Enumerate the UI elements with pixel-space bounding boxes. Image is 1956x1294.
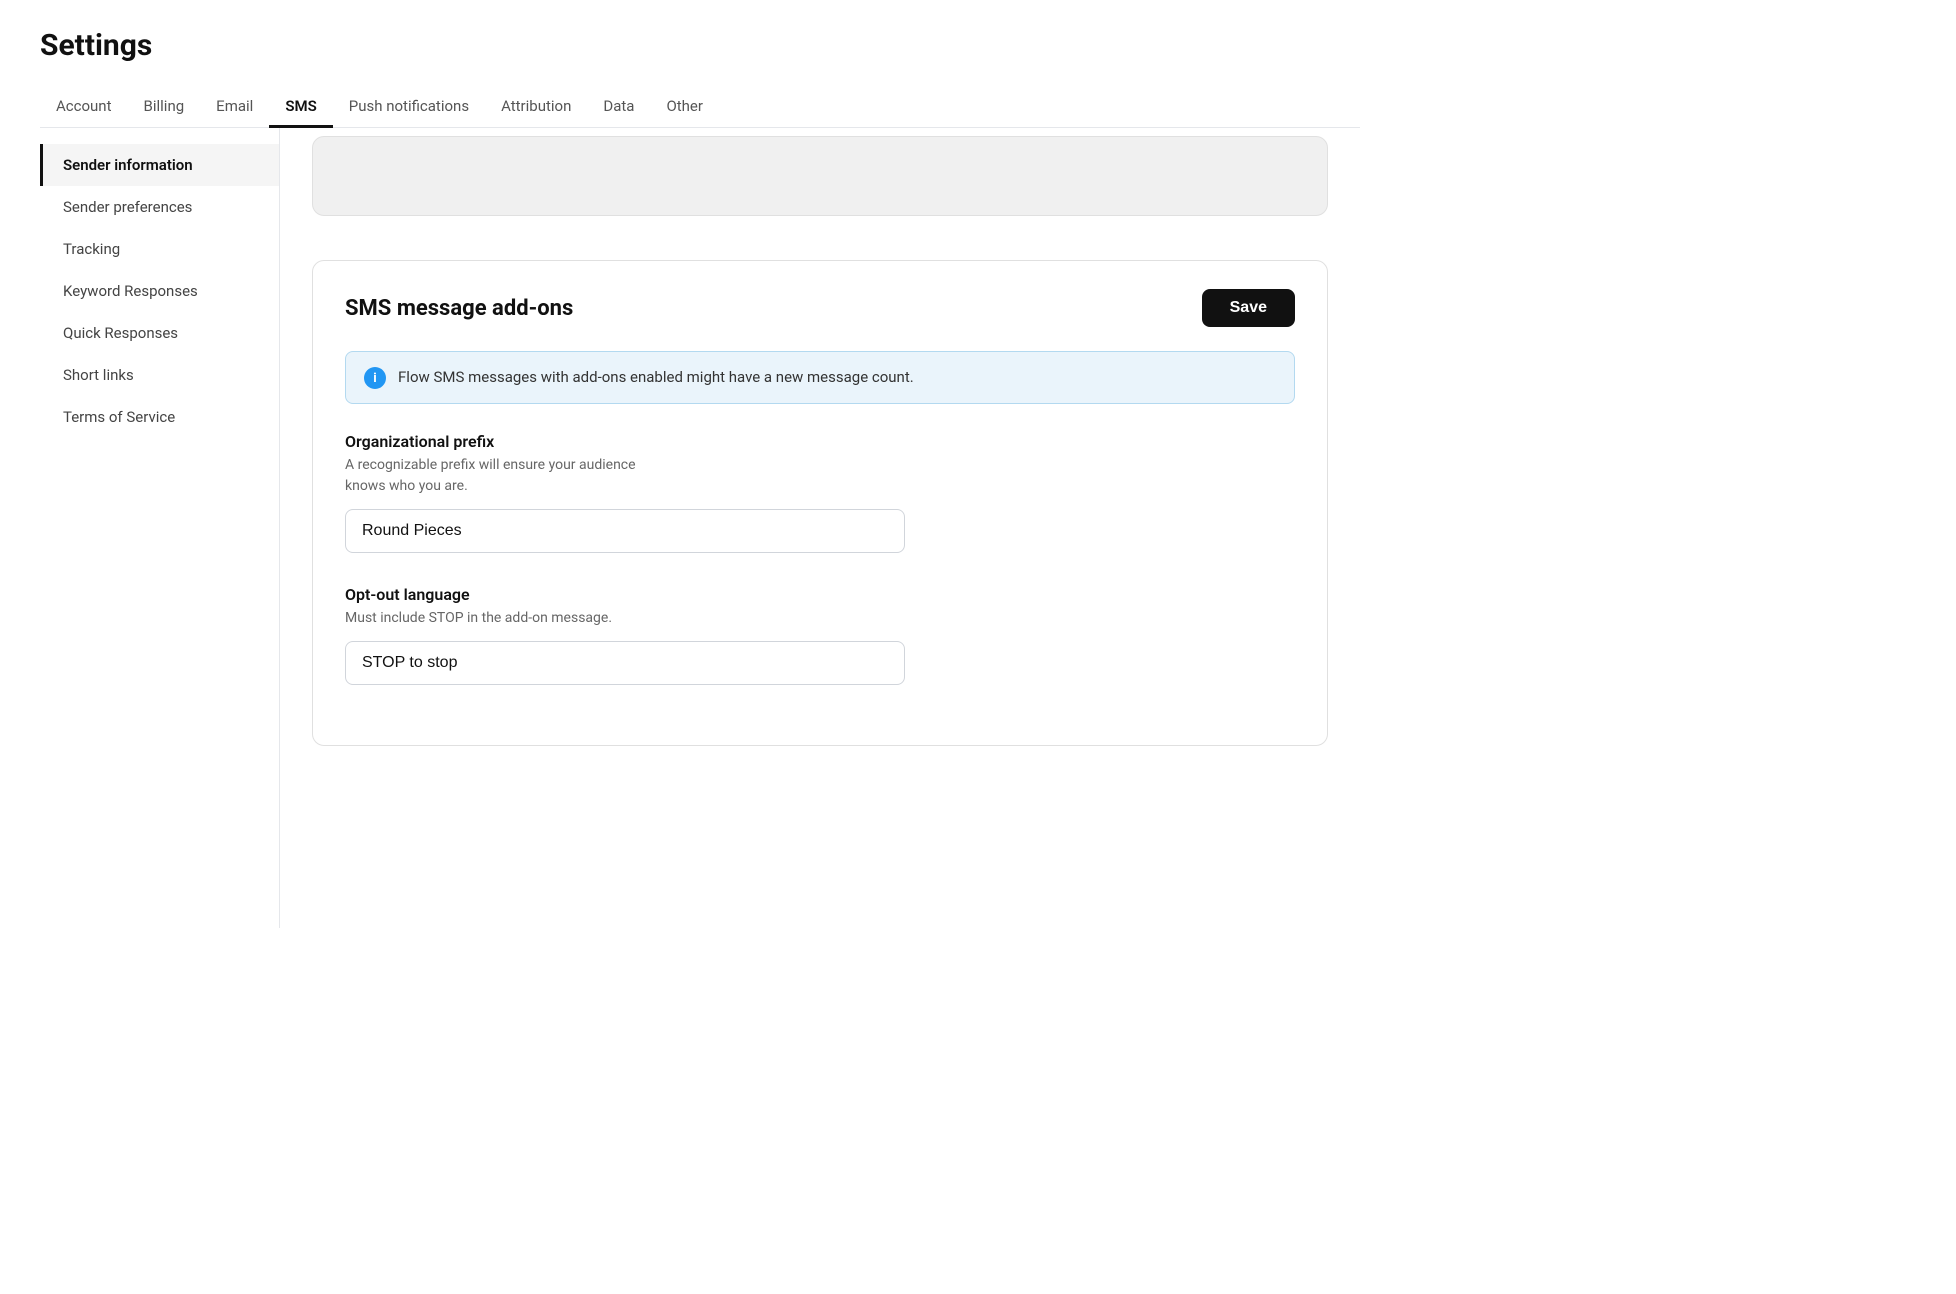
org-prefix-input[interactable] xyxy=(345,509,905,553)
save-button[interactable]: Save xyxy=(1202,289,1295,327)
tab-account[interactable]: Account xyxy=(40,87,128,128)
opt-out-section: Opt-out language Must include STOP in th… xyxy=(345,585,1295,685)
sidebar-item-tracking[interactable]: Tracking xyxy=(40,228,279,270)
info-banner: i Flow SMS messages with add-ons enabled… xyxy=(345,351,1295,404)
tab-data[interactable]: Data xyxy=(587,87,650,128)
sidebar-item-keyword-responses[interactable]: Keyword Responses xyxy=(40,270,279,312)
sidebar-item-sender-preferences[interactable]: Sender preferences xyxy=(40,186,279,228)
opt-out-description: Must include STOP in the add-on message. xyxy=(345,608,1295,629)
card-sms-addons: SMS message add-ons Save i Flow SMS mess… xyxy=(312,260,1328,746)
top-nav: Account Billing Email SMS Push notificat… xyxy=(40,87,1360,128)
org-prefix-description: A recognizable prefix will ensure your a… xyxy=(345,455,1295,497)
card-header: SMS message add-ons Save xyxy=(345,289,1295,327)
info-icon: i xyxy=(364,367,386,389)
sidebar: Sender information Sender preferences Tr… xyxy=(40,128,280,928)
tab-attribution[interactable]: Attribution xyxy=(485,87,587,128)
main-layout: Sender information Sender preferences Tr… xyxy=(40,128,1360,928)
card-top-partial xyxy=(312,136,1328,216)
tab-email[interactable]: Email xyxy=(200,87,269,128)
card-title: SMS message add-ons xyxy=(345,296,573,321)
opt-out-label: Opt-out language xyxy=(345,585,1295,604)
sidebar-item-short-links[interactable]: Short links xyxy=(40,354,279,396)
tab-billing[interactable]: Billing xyxy=(128,87,201,128)
content-area: SMS message add-ons Save i Flow SMS mess… xyxy=(280,128,1360,928)
tab-sms[interactable]: SMS xyxy=(269,87,332,128)
org-prefix-section: Organizational prefix A recognizable pre… xyxy=(345,432,1295,553)
sidebar-item-terms-of-service[interactable]: Terms of Service xyxy=(40,396,279,438)
sidebar-item-sender-information[interactable]: Sender information xyxy=(40,144,279,186)
page-container: Settings Account Billing Email SMS Push … xyxy=(0,0,1400,956)
tab-push-notifications[interactable]: Push notifications xyxy=(333,87,485,128)
sidebar-item-quick-responses[interactable]: Quick Responses xyxy=(40,312,279,354)
page-title: Settings xyxy=(40,28,1360,63)
opt-out-input[interactable] xyxy=(345,641,905,685)
tab-other[interactable]: Other xyxy=(650,87,719,128)
org-prefix-label: Organizational prefix xyxy=(345,432,1295,451)
info-banner-text: Flow SMS messages with add-ons enabled m… xyxy=(398,366,914,389)
